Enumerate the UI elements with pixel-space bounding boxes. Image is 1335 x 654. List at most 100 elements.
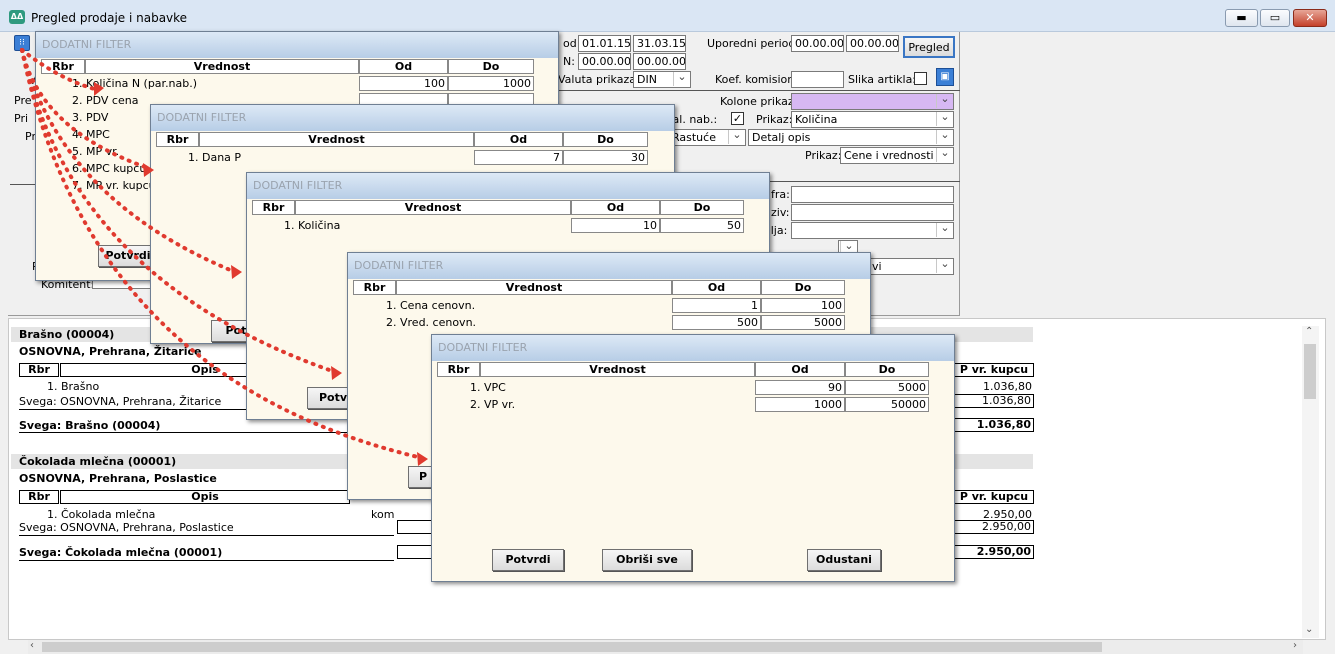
article-sum-label: Svega: Brašno (00004) (19, 419, 161, 432)
col-vp-header: P vr. kupcu (954, 490, 1034, 504)
filter-row-label: 1. Količina N (par.nab.) (72, 77, 198, 90)
vertical-scrollbar[interactable]: ⌃ ⌄ (1302, 326, 1319, 638)
slika-artikla-label: Slika artikla: (848, 73, 917, 86)
article-sum-value: 2.950,00 (954, 545, 1034, 559)
col-rbr-header: Rbr (19, 363, 59, 377)
filter-do-input[interactable]: 1000 (448, 76, 534, 91)
filter-do-input[interactable]: 50000 (845, 397, 929, 412)
filter-od-input[interactable]: 7 (474, 150, 563, 165)
col-do: Do (845, 362, 929, 377)
group-sum-value: 1.036,80 (954, 394, 1034, 408)
confirm-button[interactable]: Potvrdi (98, 245, 158, 267)
filter-row-label: 2. VP vr. (470, 398, 516, 411)
sifra-field[interactable] (791, 186, 954, 203)
col-vrednost: Vrednost (396, 280, 672, 295)
filter-row-label: 1. VPC (470, 381, 506, 394)
horizontal-scrollbar[interactable]: ‹ › (28, 640, 1303, 654)
filter-row-label: 2. PDV cena (72, 94, 139, 107)
cancel-button[interactable]: Odustani (807, 549, 881, 571)
hscroll-thumb[interactable] (42, 642, 1102, 652)
kolone-prikaz-label: Kolone prikaz: (720, 95, 798, 108)
close-button[interactable]: ✕ (1293, 9, 1327, 27)
filter-do-input[interactable]: 50 (660, 218, 744, 233)
uporedni-period-label: Uporedni period: (707, 37, 800, 50)
ral-nab-label: ral. nab.: (668, 113, 718, 126)
filter-do-input[interactable]: 30 (563, 150, 648, 165)
grupa-select[interactable] (791, 222, 954, 239)
col-od: Od (474, 132, 563, 147)
slika-artikla-checkbox[interactable] (914, 72, 927, 85)
scroll-up-icon[interactable]: ⌃ (1305, 326, 1313, 337)
scroll-right-icon[interactable]: › (1293, 640, 1297, 651)
filter-od-input[interactable]: 500 (672, 315, 761, 330)
confirm-button[interactable]: Potvrdi (492, 549, 564, 571)
sort-select[interactable]: Rastuće (668, 129, 746, 146)
maximize-button[interactable]: ▭ (1260, 9, 1290, 27)
naziv-label: ziv: (771, 206, 790, 219)
filter-row-label: 3. PDV (72, 111, 109, 124)
item-value: 1.036,80 (983, 380, 1032, 393)
filter-od-input[interactable]: 1000 (755, 397, 845, 412)
col-vrednost: Vrednost (199, 132, 474, 147)
scroll-left-icon[interactable]: ‹ (30, 640, 34, 651)
dialog-title: DODATNI FILTER (36, 32, 558, 58)
valuta-select[interactable]: DIN (633, 71, 691, 88)
prikaz2-select[interactable]: Cene i vrednosti (840, 147, 954, 164)
koef-komision-field[interactable] (791, 71, 844, 88)
image-icon[interactable]: ▣ (936, 68, 954, 86)
col-rbr: Rbr (41, 59, 85, 74)
col-vp-header: P vr. kupcu (954, 363, 1034, 377)
scroll-thumb[interactable] (1304, 344, 1316, 399)
clear-all-button[interactable]: Obriši sve (602, 549, 692, 571)
period-to-field[interactable]: 31.03.15 (633, 35, 686, 52)
col-vrednost: Vrednost (85, 59, 359, 74)
pregled-button[interactable]: Pregled (903, 36, 955, 58)
col-do: Do (761, 280, 845, 295)
minimize-button[interactable]: ▬ (1225, 9, 1258, 27)
filter-do-input[interactable]: 5000 (845, 380, 929, 395)
filter-row-label: 7. MP vr. kupcu (72, 179, 156, 192)
group-subtitle: OSNOVNA, Prehrana, Poslastice (19, 472, 217, 485)
period-from-field[interactable]: 01.01.15 (578, 35, 631, 52)
col-rbr: Rbr (353, 280, 396, 295)
side-label: Pre (14, 94, 32, 107)
prikaz-select[interactable]: Količina (791, 111, 954, 128)
naziv-field[interactable] (791, 204, 954, 221)
n-from-field[interactable]: 00.00.00 (578, 53, 631, 70)
filter-od-input[interactable]: 90 (755, 380, 845, 395)
filter-od-input[interactable]: 100 (359, 76, 448, 91)
group-title: Brašno (00004) (19, 328, 115, 341)
col-od: Od (571, 200, 660, 215)
filter-do-input[interactable]: 100 (761, 298, 845, 313)
article-sum-value: 1.036,80 (954, 418, 1034, 432)
kolone-prikaz-select[interactable] (791, 93, 954, 110)
filter-row-label: 5. MP vr. (72, 145, 120, 158)
filter-do-input[interactable]: 5000 (761, 315, 845, 330)
dialog-title: DODATNI FILTER (432, 335, 954, 361)
vi-select[interactable]: vi (868, 258, 954, 275)
col-rbr-header: Rbr (19, 490, 59, 504)
window-title: Pregled prodaje i nabavke (31, 11, 188, 25)
col-opis-header: Opis (60, 490, 350, 504)
ral-nab-checkbox[interactable]: ✓ (731, 112, 744, 125)
valuta-label: Valuta prikaza: (558, 73, 640, 86)
n-to-field[interactable]: 00.00.00 (633, 53, 686, 70)
filter-row-label: 1. Cena cenovn. (386, 299, 476, 312)
filter-od-input[interactable]: 1 (672, 298, 761, 313)
col-do: Do (660, 200, 744, 215)
uporedni-to-field[interactable]: 00.00.00 (846, 35, 899, 52)
group-title: Čokolada mlečna (00001) (19, 455, 177, 468)
filter-od-input[interactable]: 10 (571, 218, 660, 233)
group-subtitle: OSNOVNA, Prehrana, Žitarice (19, 345, 202, 358)
group-sum-value: 2.950,00 (954, 520, 1034, 534)
uporedni-from-field[interactable]: 00.00.00 (791, 35, 844, 52)
detalj-select[interactable]: Detalj opis (748, 129, 954, 146)
filter-row-label: 2. Vred. cenovn. (386, 316, 477, 329)
prikaz-label: Prikaz: (756, 113, 793, 126)
filter-menu-icon[interactable]: ⁝⁝ (14, 35, 30, 51)
scroll-down-icon[interactable]: ⌄ (1305, 624, 1313, 635)
col-rbr: Rbr (252, 200, 295, 215)
title-bar: ΔΔ Pregled prodaje i nabavke ▬ ▭ ✕ (0, 0, 1335, 32)
article-sum-label: Svega: Čokolada mlečna (00001) (19, 546, 223, 559)
col-rbr: Rbr (437, 362, 480, 377)
